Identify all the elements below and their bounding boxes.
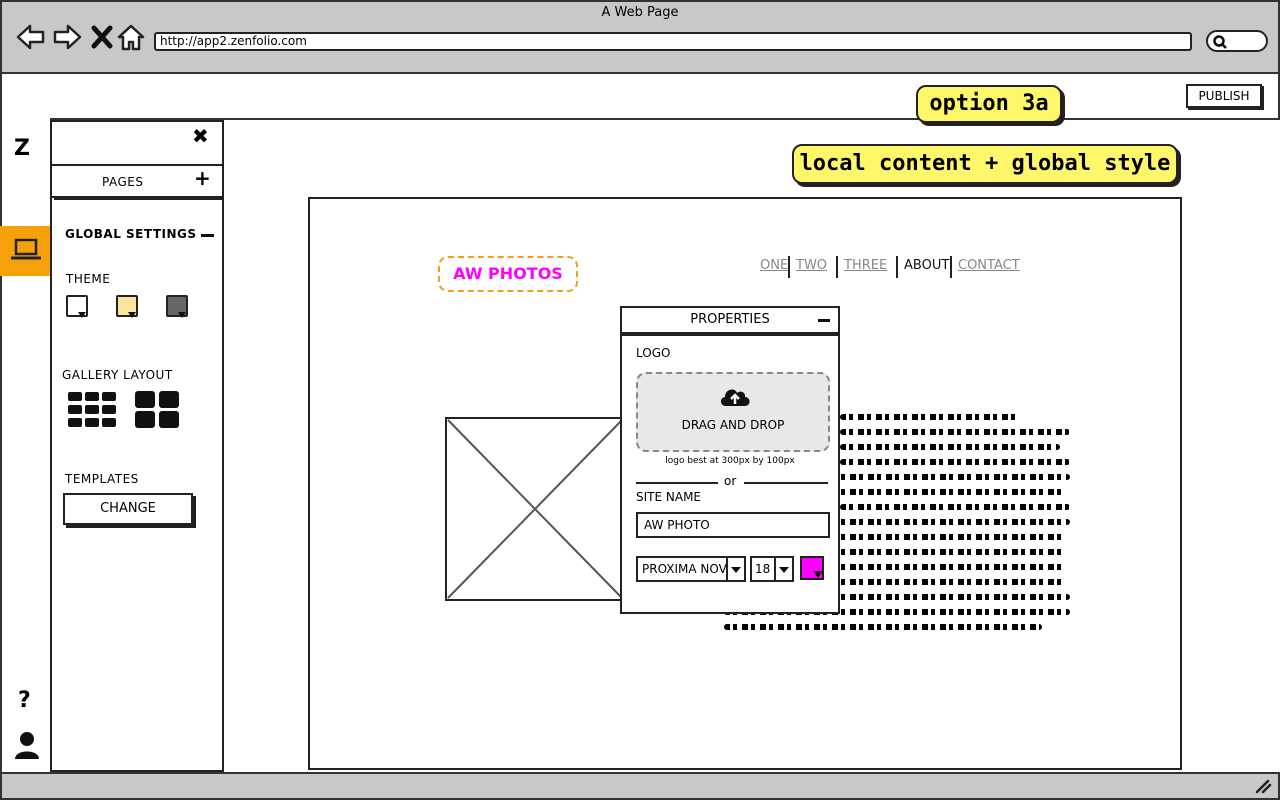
size-dropdown-chevron-icon[interactable] [774, 556, 794, 582]
pages-header[interactable]: PAGES + [52, 164, 222, 198]
search-icon [1213, 35, 1227, 49]
theme-label: THEME [66, 272, 111, 286]
site-nav: ONE TWO THREE ABOUT CONTACT [760, 256, 1060, 278]
image-placeholder[interactable] [445, 417, 625, 601]
site-nav-contact[interactable]: CONTACT [958, 258, 1020, 273]
text-line-placeholder [840, 429, 1070, 435]
forward-arrow-icon[interactable] [52, 22, 82, 52]
browser-search-field[interactable] [1206, 30, 1268, 52]
logo-size-hint: logo best at 300px by 100px [665, 456, 795, 466]
size-select-value: 18 [755, 562, 771, 576]
pages-label: PAGES [102, 175, 144, 189]
status-bar [0, 772, 1280, 800]
text-line-placeholder [840, 444, 1060, 450]
or-divider-left [636, 482, 718, 484]
site-nav-one[interactable]: ONE [760, 258, 788, 273]
or-divider-right [744, 482, 828, 484]
site-nav-three[interactable]: THREE [844, 258, 887, 273]
change-template-button[interactable]: CHANGE [63, 493, 193, 525]
gallery-layout-label: GALLERY LAYOUT [62, 368, 173, 382]
swatch-dropdown-icon [178, 312, 186, 318]
text-line-placeholder [840, 414, 1020, 420]
text-line-placeholder [724, 624, 1042, 630]
nav-divider [896, 256, 898, 278]
logo-dropzone[interactable]: DRAG AND DROP [636, 372, 830, 452]
site-name-input[interactable]: AW PHOTO [636, 512, 830, 538]
zenfolio-logo: Z [14, 136, 30, 161]
note-annotation: local content + global style [792, 144, 1178, 184]
drag-drop-label: DRAG AND DROP [681, 418, 785, 432]
url-bar[interactable]: http://app2.zenfolio.com [154, 32, 1192, 51]
nav-divider [836, 256, 838, 278]
site-name-label: SITE NAME [636, 490, 702, 504]
font-color-picker[interactable] [800, 556, 824, 580]
templates-label: TEMPLATES [65, 472, 139, 486]
back-arrow-icon[interactable] [16, 22, 46, 52]
font-dropdown-chevron-icon[interactable] [726, 556, 746, 582]
logo-label: LOGO [636, 346, 671, 360]
close-panel-icon[interactable]: ✖ [192, 124, 209, 148]
site-editor-tab[interactable] [0, 226, 52, 276]
left-rail [0, 118, 52, 772]
swatch-dropdown-icon [78, 312, 86, 318]
home-icon[interactable] [116, 22, 146, 52]
app-top-bar [0, 74, 1280, 120]
swatch-dropdown-icon [128, 312, 136, 318]
publish-button[interactable]: PUBLISH [1186, 84, 1262, 108]
user-icon[interactable] [14, 730, 40, 760]
add-page-icon[interactable]: + [194, 166, 211, 190]
window-title: A Web Page [601, 5, 679, 20]
option-annotation: option 3a [916, 85, 1062, 123]
site-nav-two[interactable]: TWO [796, 258, 827, 273]
or-label: or [724, 474, 737, 488]
theme-swatch-dark[interactable] [166, 295, 188, 318]
text-line-placeholder [840, 504, 1070, 510]
resize-grip-icon[interactable] [1254, 778, 1272, 794]
site-logo[interactable]: AW PHOTOS [438, 256, 578, 292]
cloud-upload-icon [720, 389, 750, 406]
global-settings-label: GLOBAL SETTINGS [65, 227, 197, 241]
properties-panel: PROPERTIES LOGO DRAG AND DROP logo best … [620, 306, 840, 614]
properties-title: PROPERTIES [690, 312, 770, 327]
nav-divider [788, 256, 790, 278]
theme-swatch-cream[interactable] [116, 295, 138, 318]
gallery-layout-small-grid-icon[interactable] [66, 390, 118, 430]
text-line-placeholder [840, 459, 1070, 465]
settings-panel [50, 120, 224, 772]
site-nav-about[interactable]: ABOUT [904, 258, 949, 273]
color-dropdown-icon [813, 571, 823, 578]
nav-divider [950, 256, 952, 278]
stop-x-icon[interactable] [88, 22, 118, 52]
collapse-properties-icon[interactable] [818, 319, 830, 322]
laptop-icon [11, 238, 41, 260]
gallery-layout-large-grid-icon[interactable] [134, 390, 182, 430]
font-select-value: PROXIMA NOVA [642, 562, 735, 576]
collapse-global-icon[interactable] [201, 234, 214, 237]
help-icon[interactable]: ? [18, 688, 31, 713]
properties-header: PROPERTIES [622, 308, 838, 334]
theme-swatch-white[interactable] [66, 295, 88, 318]
theme-swatches [66, 295, 206, 321]
